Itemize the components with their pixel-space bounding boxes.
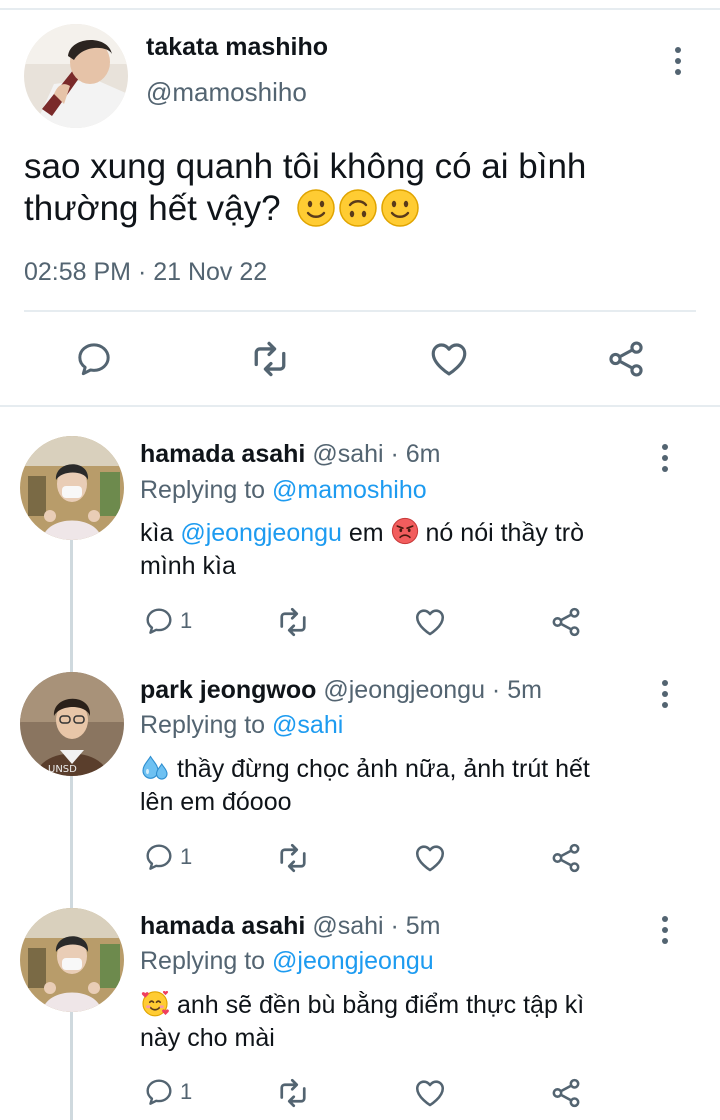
more-options-icon[interactable] [662, 916, 668, 949]
reply-text: kìa @jeongjeongu em nó nói thầy trò mình… [140, 517, 584, 583]
reply-icon [143, 605, 175, 637]
thread-line [70, 540, 73, 1120]
reply-button[interactable]: 1 [143, 605, 192, 637]
replying-to-mention[interactable]: @sahi [272, 711, 343, 739]
avatar[interactable] [24, 24, 128, 128]
reply-count: 1 [180, 1079, 193, 1104]
reply-text-line: thầy đừng chọc ảnh nữa, ảnh trút hết [140, 753, 590, 786]
like-icon[interactable] [413, 841, 447, 875]
display-name[interactable]: park jeongwoo [140, 676, 316, 704]
divider [24, 310, 696, 312]
tweet-text-segment: thường hết vậy? [24, 189, 281, 228]
reply-icon[interactable] [74, 339, 114, 379]
replying-to-label: Replying to [140, 476, 266, 504]
slightly-smiling-face-icon [296, 188, 336, 228]
handle-and-time[interactable]: @sahi · 5m [312, 912, 440, 940]
share-icon[interactable] [549, 605, 583, 639]
like-icon[interactable] [428, 338, 470, 380]
handle-and-time[interactable]: @sahi · 6m [312, 440, 440, 468]
more-options-icon[interactable] [662, 444, 668, 477]
reply-text: anh sẽ đền bù bằng điểm thực tập kì này … [140, 989, 584, 1055]
display-name[interactable]: hamada asahi [140, 912, 305, 940]
replying-to-mention[interactable]: @mamoshiho [272, 476, 427, 504]
reply-text-segment: anh sẽ đền bù bằng điểm thực tập kì [176, 991, 585, 1019]
mention-link[interactable]: @jeongjeongu [180, 519, 342, 547]
tweet-text-line: sao xung quanh tôi không có ai bình [24, 147, 587, 186]
tweet-text-line: thường hết vậy? [24, 188, 586, 231]
like-icon[interactable] [413, 605, 447, 639]
retweet-icon[interactable] [275, 840, 311, 876]
replying-to-label: Replying to [140, 711, 266, 739]
reply-text-line: mình kìa [140, 552, 236, 580]
handle-and-time[interactable]: @jeongjeongu · 5m [323, 676, 542, 704]
slightly-smiling-face-icon [380, 188, 420, 228]
reply-count: 1 [180, 844, 193, 869]
display-name[interactable]: hamada asahi [140, 440, 305, 468]
display-name[interactable]: takata mashiho [146, 33, 328, 62]
reply-text-segment: em [348, 519, 384, 547]
reply-header: hamada asahi @sahi · 6m [140, 440, 441, 469]
reply-button[interactable]: 1 [143, 1076, 192, 1108]
replying-to: Replying to @jeongjeongu [140, 947, 434, 976]
reply-text-line: lên em đóooo [140, 788, 292, 816]
tweet-text: sao xung quanh tôi không có ai bình thườ… [24, 146, 586, 231]
sweat-droplets-icon [140, 752, 170, 782]
reply-text-segment: thầy đừng chọc ảnh nữa, ảnh trút hết [176, 755, 590, 783]
reply-text-line: anh sẽ đền bù bằng điểm thực tập kì [140, 989, 584, 1022]
reply-text-segment: nó nói thầy trò [425, 519, 584, 547]
reply-icon [143, 1076, 175, 1108]
reply-count: 1 [180, 608, 193, 633]
top-divider [0, 8, 720, 10]
replying-to-mention[interactable]: @jeongjeongu [272, 947, 434, 975]
section-divider [0, 405, 720, 407]
upside-down-face-icon [338, 188, 378, 228]
share-icon[interactable] [549, 841, 583, 875]
retweet-icon[interactable] [275, 604, 311, 640]
more-options-icon[interactable] [675, 47, 681, 80]
reply-icon [143, 841, 175, 873]
share-icon[interactable] [605, 338, 647, 380]
replying-to: Replying to @mamoshiho [140, 476, 427, 505]
reply-text: thầy đừng chọc ảnh nữa, ảnh trút hết lên… [140, 753, 590, 819]
replying-to-label: Replying to [140, 947, 266, 975]
svg-text:UNSD: UNSD [48, 764, 77, 775]
avatar[interactable] [20, 436, 124, 540]
avatar[interactable] [20, 908, 124, 1012]
reply-button[interactable]: 1 [143, 841, 192, 873]
reply-text-line: này cho mài [140, 1024, 275, 1052]
retweet-icon[interactable] [275, 1075, 311, 1111]
reply-header: park jeongwoo @jeongjeongu · 5m [140, 676, 542, 705]
smiling-face-with-hearts-icon [140, 988, 170, 1018]
like-icon[interactable] [413, 1076, 447, 1110]
replying-to: Replying to @sahi [140, 711, 343, 740]
user-handle[interactable]: @mamoshiho [146, 77, 307, 108]
retweet-icon[interactable] [248, 337, 292, 381]
tweet-timestamp[interactable]: 02:58 PM · 21 Nov 22 [24, 258, 267, 287]
more-options-icon[interactable] [662, 680, 668, 713]
reply-text-line: kìa @jeongjeongu em nó nói thầy trò [140, 517, 584, 550]
avatar[interactable]: UNSD [20, 672, 124, 776]
pouting-face-icon [391, 517, 419, 545]
share-icon[interactable] [549, 1076, 583, 1110]
reply-text-segment: kìa [140, 519, 174, 547]
reply-header: hamada asahi @sahi · 5m [140, 912, 441, 941]
